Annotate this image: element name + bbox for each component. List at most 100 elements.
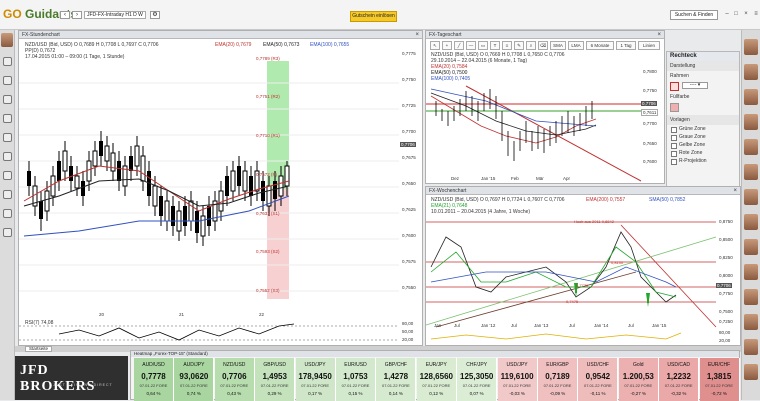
cell-change: 0,64 % [146,391,161,396]
back-icon[interactable]: ‹ [60,11,70,19]
sidebar-icon-9[interactable] [3,209,12,218]
y-tick: 0,7750 [402,77,416,82]
cell-change: -0,32 % [670,391,687,396]
daily-price-plot[interactable] [426,31,666,185]
heatmap-cell[interactable]: USD/CHF 0,9542 07.01.22 FORE -0,11 % [578,358,619,401]
cell-value: 128,6560 [419,372,453,381]
template-item[interactable]: Rote Zone [667,149,739,157]
avatar[interactable] [744,164,758,180]
heatmap-cell[interactable]: EUR/GBP 0,7189 07.01.22 FORE -0,09 % [538,358,578,401]
settings-icon[interactable]: ⚙ [150,11,160,19]
heatmap-cell[interactable]: CHF/JPY 125,3050 07.01.22 FORE 0,07 % [457,358,498,401]
weekly-price-plot[interactable] [426,187,742,347]
cell-value: 1,4278 [383,372,409,381]
y-tick: 0,7575 [402,259,416,264]
template-item[interactable]: Graue Zone [667,133,739,141]
x-tick: Feb [511,176,519,181]
cell-symbol: AUD/USD [142,362,165,368]
avatar[interactable] [744,239,758,255]
heatmap-cell[interactable]: USD/CAD 1,2232 07.01.22 FORE -0,32 % [659,358,700,401]
panel-title: Rechteck [667,52,739,61]
sidebar-icon-10[interactable] [3,228,12,237]
cell-change: 0,29 % [267,391,282,396]
workspace-selector[interactable]: JFD-FX-Intraday H1 D W [84,11,146,19]
y-tick: 0,7750 [643,88,657,93]
avatar[interactable] [744,39,758,55]
tab-startseite[interactable]: Startseite [25,346,53,352]
forward-icon[interactable]: › [72,11,82,19]
heatmap-cell[interactable]: GBP/USD 1,4953 07.01.22 FORE 0,29 % [255,358,296,401]
x-tick: Mär [536,176,544,181]
sidebar-icon-1[interactable] [3,57,12,66]
voucher-button[interactable]: Gutschein einlösen [350,11,397,22]
template-item[interactable]: R-Projektion [667,157,739,165]
sidebar-icon-6[interactable] [3,152,12,161]
border-controls: ---- ▾ [670,82,736,91]
avatar[interactable] [744,364,758,380]
hourly-chart-panel: FX-Stundenchart × NZD/USD (Bid, USD) O 0,… [18,30,423,346]
border-style-select[interactable]: ---- ▾ [682,82,708,89]
cell-source: 07.01.22 FORE [705,383,733,388]
cell-symbol: Gold [633,362,644,368]
osc-tick: 20,00 [719,338,731,343]
cell-change: 0,12 % [429,391,444,396]
avatar[interactable] [744,264,758,280]
search-button[interactable]: Suchen & Finden [670,10,718,20]
avatar[interactable] [744,114,758,130]
template-item[interactable]: Gelbe Zone [667,141,739,149]
sidebar-icon-5[interactable] [3,133,12,142]
cell-value: 125,3050 [460,372,494,381]
y-tick: 0,7725 [402,103,416,108]
cell-symbol: GBP/CHF [384,362,407,368]
heatmap-cell[interactable]: Gold 1.200,53 07.01.22 FORE -0,27 % [618,358,659,401]
avatar[interactable] [744,64,758,80]
cell-source: 07.01.22 FORE [179,383,208,388]
cell-symbol: NZD/USD [223,362,246,368]
heatmap-cell[interactable]: NZD/USD 0,7706 07.01.22 FORE 0,43 % [214,358,255,401]
rsi-plot [19,323,399,341]
heatmap-cell[interactable]: USD/JPY 178,9450 07.01.22 FORE 0,17 % [295,358,336,401]
sidebar-icon-3[interactable] [3,95,12,104]
heatmap-cell[interactable]: AUD/JPY 93,0620 07.01.22 FORE 0,74 % [174,358,215,401]
heatmap-cell[interactable]: USD/JPY 119,6100 07.01.22 FORE -0,03 % [497,358,538,401]
hourly-price-plot[interactable] [19,31,424,347]
avatar[interactable] [744,139,758,155]
x-tick: Jan '12 [481,323,496,328]
avatar[interactable] [744,289,758,305]
heatmap-cell[interactable]: GBP/CHF 1,4278 07.01.22 FORE 0,14 % [376,358,417,401]
price-tag: 0,7706 [641,101,657,106]
sidebar-icon-8[interactable] [3,190,12,199]
border-label: Rahmen [670,73,689,79]
menu-icon[interactable]: ≡ [753,11,759,17]
minimize-icon[interactable]: – [724,11,730,17]
heatmap-cell[interactable]: EUR/JPY 128,6560 07.01.22 FORE 0,12 % [416,358,457,401]
avatar[interactable] [744,314,758,330]
heatmap-cell[interactable]: AUD/USD 0,7778 07.01.22 FORE 0,64 % [134,358,174,401]
sidebar-icon-7[interactable] [3,171,12,180]
avatar[interactable] [744,339,758,355]
cell-symbol: AUD/JPY [183,362,205,368]
border-color-swatch[interactable] [670,82,679,91]
avatar[interactable] [744,214,758,230]
cell-source: 07.01.22 FORE [462,383,491,388]
avatar[interactable] [1,33,13,47]
x-tick: Dez [451,176,460,181]
template-item[interactable]: Grüne Zone [667,125,739,133]
avatar[interactable] [744,89,758,105]
price-tag: 0,7706 [716,283,732,288]
sidebar-icon-2[interactable] [3,76,12,85]
y-tick: 0,7600 [402,233,416,238]
level-label: 0,7789 (R3) [256,56,280,61]
heatmap-cell[interactable]: EUR/CHF 1,3815 07.01.22 FORE -0,72 % [699,358,740,401]
maximize-icon[interactable]: □ [733,11,739,17]
cell-value: 1,2232 [666,372,691,381]
heatmap-cell[interactable]: EUR/USD 1,0753 07.01.22 FORE 0,15 % [336,358,376,401]
fill-color-swatch[interactable] [670,103,679,112]
cell-value: 1,3815 [706,372,732,381]
sidebar-icon-4[interactable] [3,114,12,123]
close-icon[interactable]: × [743,11,749,17]
cell-value: 1,0753 [343,372,368,381]
cell-source: 07.01.22 FORE [341,383,370,388]
broker-name: JFD BROKERS [20,363,96,394]
avatar[interactable] [744,189,758,205]
